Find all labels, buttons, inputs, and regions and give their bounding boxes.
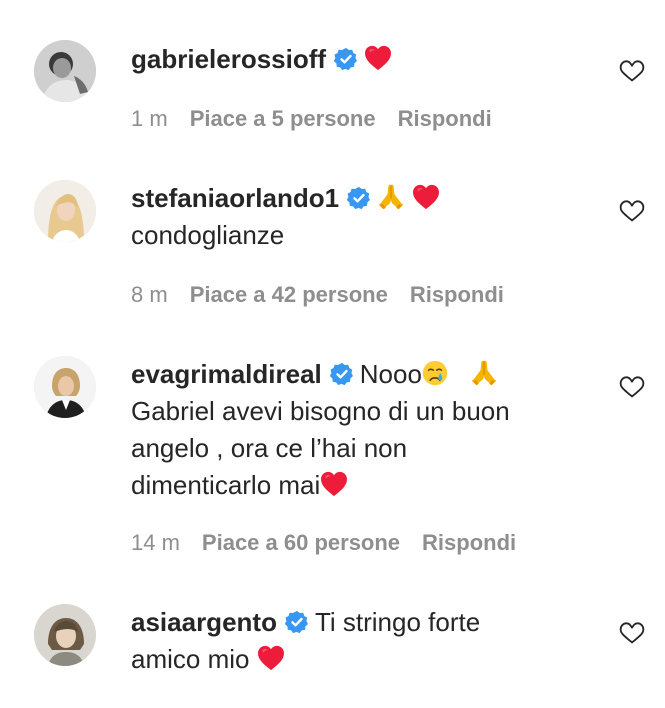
comment-text-line: dimenticarlo mai xyxy=(131,470,321,500)
red-heart-emoji xyxy=(364,45,392,71)
like-heart-icon[interactable] xyxy=(619,620,645,646)
comment-text-line: angelo , ora ce l’hai non xyxy=(131,433,408,463)
comment-username[interactable]: stefaniaorlando1 xyxy=(131,183,339,213)
crying-face-emoji xyxy=(422,360,448,386)
comment-likes-link[interactable]: Piace a 5 persone xyxy=(190,106,376,131)
red-heart-emoji xyxy=(412,184,440,210)
folded-hands-emoji xyxy=(377,182,405,210)
comment-time[interactable]: 14 m xyxy=(131,530,180,555)
comment-text: Ti stringo forte xyxy=(314,607,481,637)
verified-badge-icon xyxy=(285,610,309,634)
comment-username[interactable]: gabrielerossioff xyxy=(131,44,326,74)
like-heart-icon[interactable] xyxy=(619,374,645,400)
comment-time[interactable]: 8 m xyxy=(131,282,168,307)
folded-hands-emoji xyxy=(470,358,498,386)
comment-username[interactable]: evagrimaldireal xyxy=(131,359,322,389)
like-heart-icon[interactable] xyxy=(619,198,645,224)
comment-username[interactable]: asiaargento xyxy=(131,607,277,637)
like-heart-icon[interactable] xyxy=(619,58,645,84)
reply-button[interactable]: Rispondi xyxy=(398,106,492,131)
avatar[interactable] xyxy=(34,180,96,242)
comment-meta: 1 m Piace a 5 persone Rispondi xyxy=(131,106,514,132)
comment-likes-link[interactable]: Piace a 42 persone xyxy=(190,282,388,307)
comment-likes-link[interactable]: Piace a 60 persone xyxy=(202,530,400,555)
avatar[interactable] xyxy=(34,40,96,102)
avatar[interactable] xyxy=(34,356,96,418)
comment-text: condoglianze xyxy=(131,220,285,250)
verified-badge-icon xyxy=(330,362,354,386)
verified-badge-icon xyxy=(334,47,358,71)
reply-button[interactable]: Rispondi xyxy=(422,530,516,555)
reply-button[interactable]: Rispondi xyxy=(410,282,504,307)
comment-meta: 8 m Piace a 42 persone Rispondi xyxy=(131,282,526,308)
red-heart-emoji xyxy=(320,471,348,497)
comment-text-line: amico mio xyxy=(131,644,250,674)
comment-time[interactable]: 1 m xyxy=(131,106,168,131)
comment-text-line: Gabriel avevi bisogno di un buon xyxy=(131,396,510,426)
comment-meta: 14 m Piace a 60 persone Rispondi xyxy=(131,530,538,556)
comment-text: Nooo xyxy=(359,359,422,389)
red-heart-emoji xyxy=(257,645,285,671)
verified-badge-icon xyxy=(347,186,371,210)
avatar[interactable] xyxy=(34,604,96,666)
